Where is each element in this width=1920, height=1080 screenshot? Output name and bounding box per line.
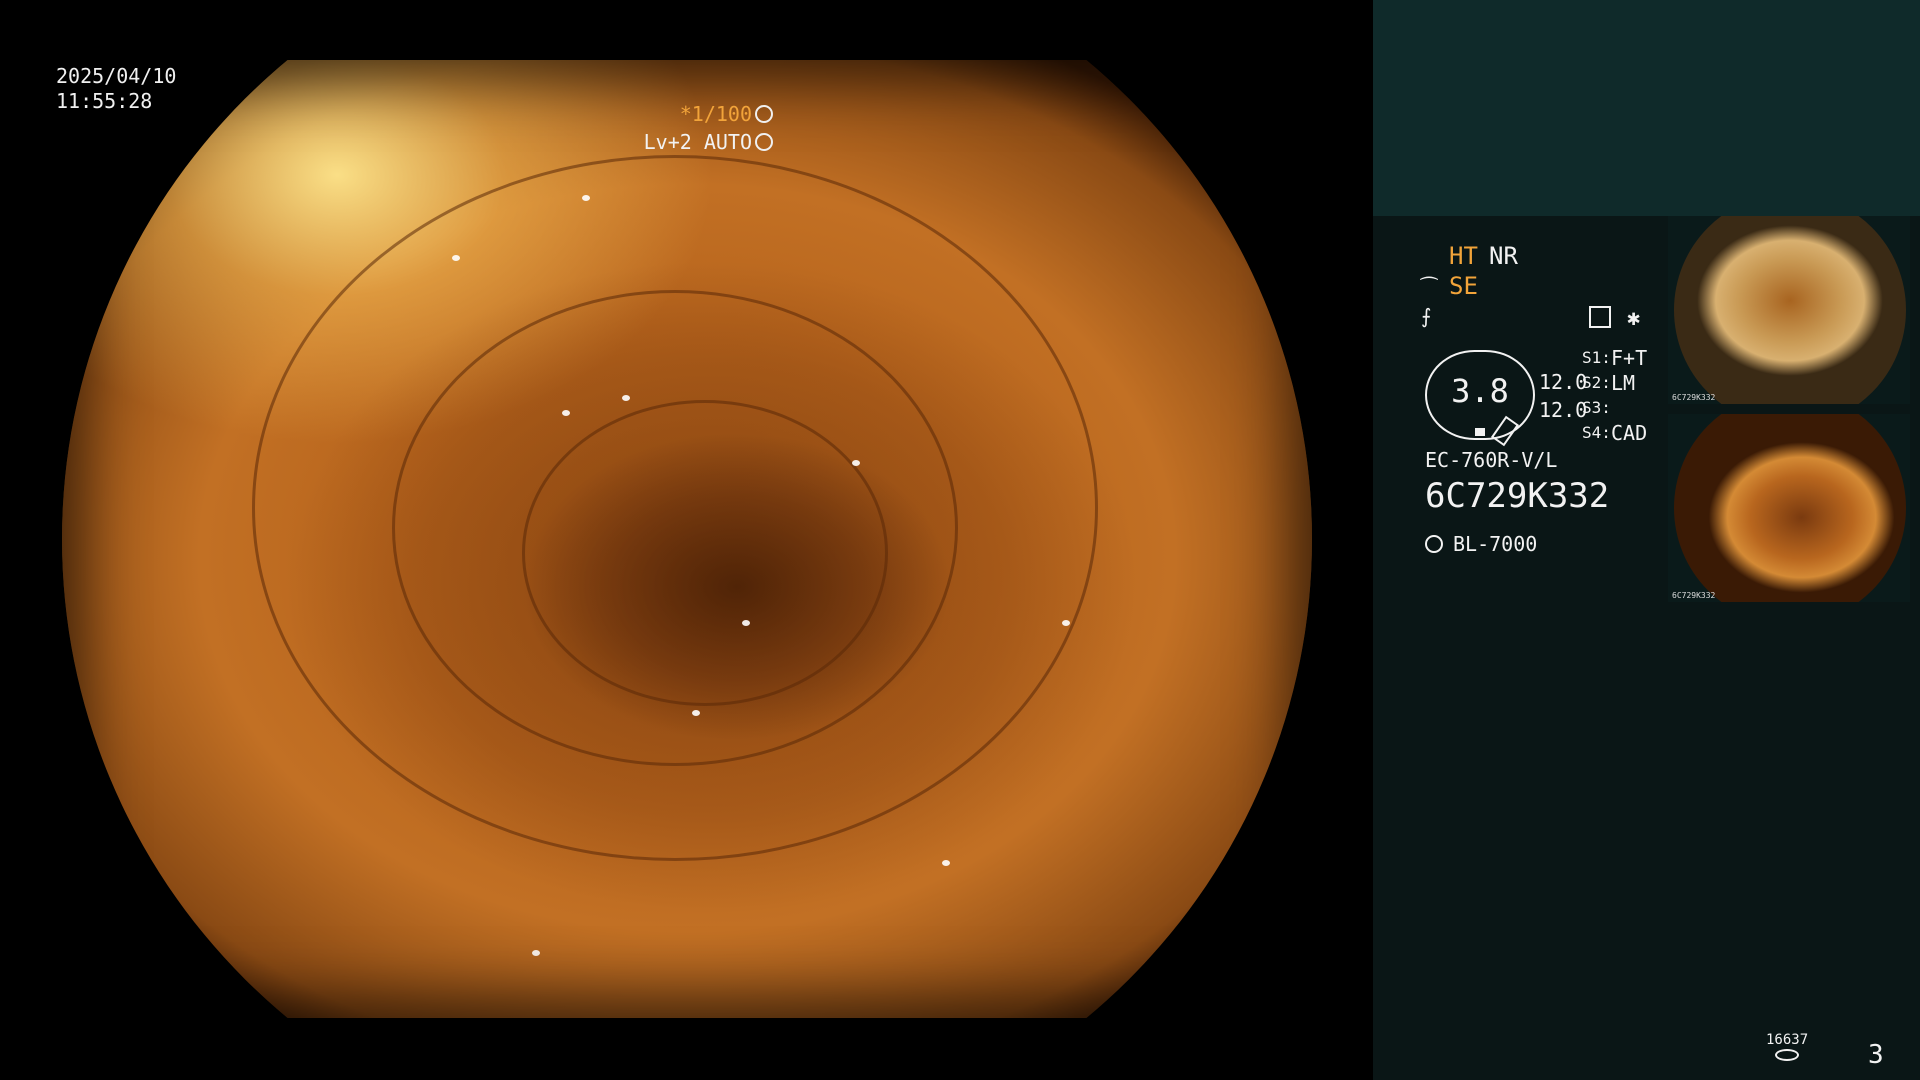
specular-highlight: [742, 620, 750, 626]
sun-icon: [1425, 535, 1443, 553]
thumbnail-image: [1674, 216, 1906, 404]
capture-thumbnail[interactable]: 6C729K332: [1668, 414, 1910, 602]
mode-icon: [1589, 306, 1611, 328]
timestamp: 2025/04/10 11:55:28: [56, 64, 176, 114]
switch-label: S3:: [1582, 398, 1611, 417]
iris-icon: [755, 133, 773, 151]
gauge-value: 3.8: [1451, 372, 1509, 410]
switch-value: F+T: [1611, 346, 1648, 370]
thumbnail-caption: 6C729K332: [1672, 393, 1716, 402]
time-label: 11:55:28: [56, 89, 153, 113]
switch-label: S2:: [1582, 373, 1611, 392]
se-indicator: SE: [1449, 272, 1478, 300]
shutter-speed: *1/100: [679, 102, 752, 126]
light-source-label: BL-7000: [1453, 532, 1538, 556]
gauge-num: 12.0: [1539, 370, 1588, 394]
image-counter: 16637: [1766, 1032, 1808, 1061]
capture-thumbnail[interactable]: 6C729K332: [1668, 216, 1910, 404]
storage-icon: [1775, 1049, 1800, 1061]
shutter-icon: [755, 105, 773, 123]
page-number: 3: [1868, 1040, 1884, 1070]
endoscope-view: 2025/04/10 11:55:28 *1/100 Lv+2 AUTO: [0, 0, 1373, 1080]
specular-highlight: [622, 395, 630, 401]
ht-indicator: HT: [1449, 242, 1478, 270]
gauge-num: 12.0: [1539, 398, 1588, 422]
nr-indicator: NR: [1489, 242, 1518, 270]
specular-highlight: [942, 860, 950, 866]
thumbnail-image: [1674, 414, 1906, 602]
specular-highlight: [562, 410, 570, 416]
switch-label: S4:: [1582, 423, 1611, 442]
specular-highlight: [852, 460, 860, 466]
enhance-icon: ⁀: [1421, 276, 1438, 300]
switch-value: LM: [1611, 371, 1636, 395]
exposure-overlay: *1/100 Lv+2 AUTO: [644, 100, 773, 156]
freeze-icon: ⨍: [1421, 304, 1432, 328]
gauge-marker: [1475, 428, 1485, 436]
specular-highlight: [532, 950, 540, 956]
endoscopic-image: [62, 60, 1312, 1018]
specular-highlight: [1062, 620, 1070, 626]
date-label: 2025/04/10: [56, 64, 177, 88]
star-icon: ✱: [1627, 306, 1641, 331]
specular-highlight: [582, 195, 590, 201]
zoom-gauge: 3.8: [1425, 350, 1535, 447]
mucosal-fold: [522, 400, 888, 706]
specular-highlight: [692, 710, 700, 716]
scope-model: EC-760R-V/L: [1425, 448, 1558, 472]
brightness-level: Lv+2 AUTO: [643, 130, 752, 154]
gauge-needle-icon: [1490, 415, 1520, 447]
thumbnail-caption: 6C729K332: [1672, 591, 1716, 600]
switch-label: S1:: [1582, 348, 1611, 367]
image-count: 16637: [1766, 1032, 1809, 1048]
light-source: BL-7000: [1425, 532, 1537, 556]
specular-highlight: [452, 255, 460, 261]
info-panel: HT NR ⁀ SE ⨍ ✱ 3.8 12.0 12.0 S1: F+T S2:…: [1373, 0, 1920, 1080]
scope-serial: 6C729K332: [1425, 476, 1610, 516]
switch-value: CAD: [1611, 421, 1648, 445]
panel-header-area: [1373, 0, 1920, 216]
